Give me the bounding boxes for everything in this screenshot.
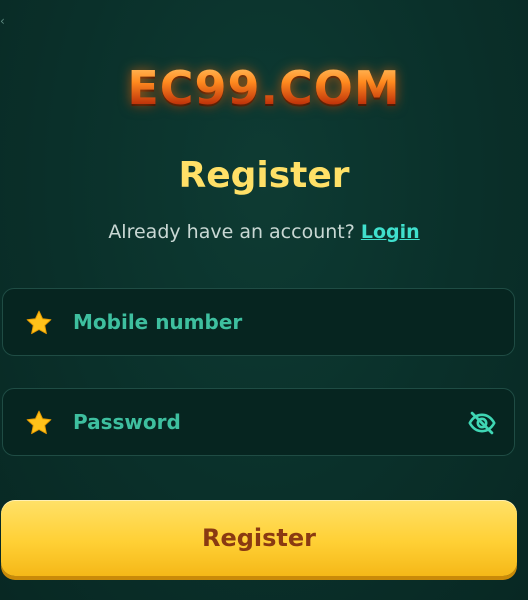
login-link[interactable]: Login: [361, 221, 420, 243]
brand-logo: EC99.COM: [0, 58, 528, 118]
have-account-text: Already have an account?: [108, 221, 355, 243]
star-icon: [26, 310, 52, 335]
register-button[interactable]: Register: [1, 500, 517, 576]
page-title: Register: [178, 155, 350, 196]
mobile-field[interactable]: [2, 288, 515, 356]
register-page: ‹ EC99.COM Register Already have an acco…: [0, 0, 528, 600]
back-icon[interactable]: ‹: [0, 14, 6, 28]
eye-slash-icon[interactable]: [468, 410, 496, 436]
password-input[interactable]: [73, 389, 453, 455]
mobile-input[interactable]: [73, 289, 453, 355]
star-icon: [26, 410, 52, 435]
password-field[interactable]: [2, 388, 515, 456]
login-prompt: Already have an account? Login: [0, 218, 528, 246]
